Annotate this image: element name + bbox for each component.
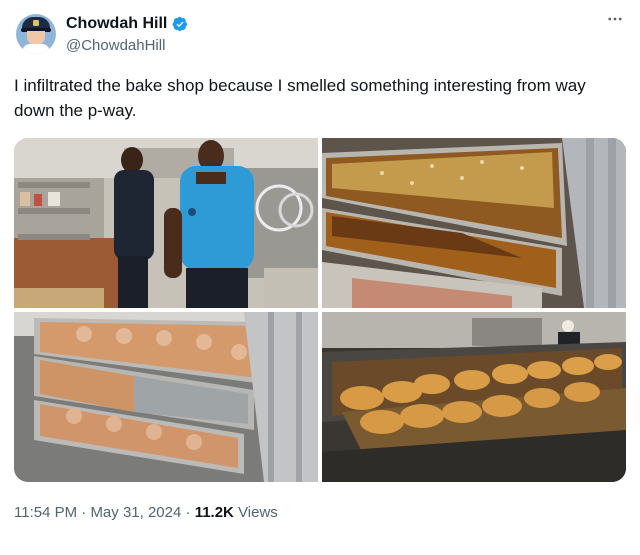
avatar[interactable] [16, 14, 56, 54]
muffins-on-trays-photo [322, 312, 626, 482]
avatar-uniform [22, 44, 50, 54]
meta-separator-2: · [185, 504, 191, 521]
tweet-time[interactable]: 11:54 PM [14, 504, 77, 521]
views-label: Views [238, 504, 278, 521]
tweet-date[interactable]: May 31, 2024 [90, 504, 181, 521]
more-dots-icon [608, 17, 622, 21]
media-image-4[interactable] [322, 312, 626, 482]
media-image-3[interactable] [14, 312, 318, 482]
author-handle[interactable]: @ChowdahHill [66, 37, 165, 55]
avatar-cap-badge [33, 20, 39, 26]
avatar-face [27, 31, 45, 45]
media-grid[interactable] [14, 138, 626, 482]
more-options-icon[interactable] [600, 10, 630, 30]
views-count: 11.2K [194, 504, 234, 521]
tweet-meta: 11:54 PM · May 31, 2024 · 11.2K Views [14, 503, 278, 523]
media-image-1[interactable] [14, 138, 318, 308]
author-name[interactable]: Chowdah Hill [66, 14, 167, 34]
tweet-text: I infiltrated the bake shop because I sm… [14, 76, 586, 120]
media-image-2[interactable] [322, 138, 626, 308]
verified-badge-icon [172, 16, 188, 32]
cinnamon-rolls-on-rack-photo [14, 312, 318, 482]
meta-separator: · [81, 504, 87, 521]
sheet-cakes-on-rack-photo [322, 138, 626, 308]
kitchen-staff-photo [14, 138, 318, 308]
